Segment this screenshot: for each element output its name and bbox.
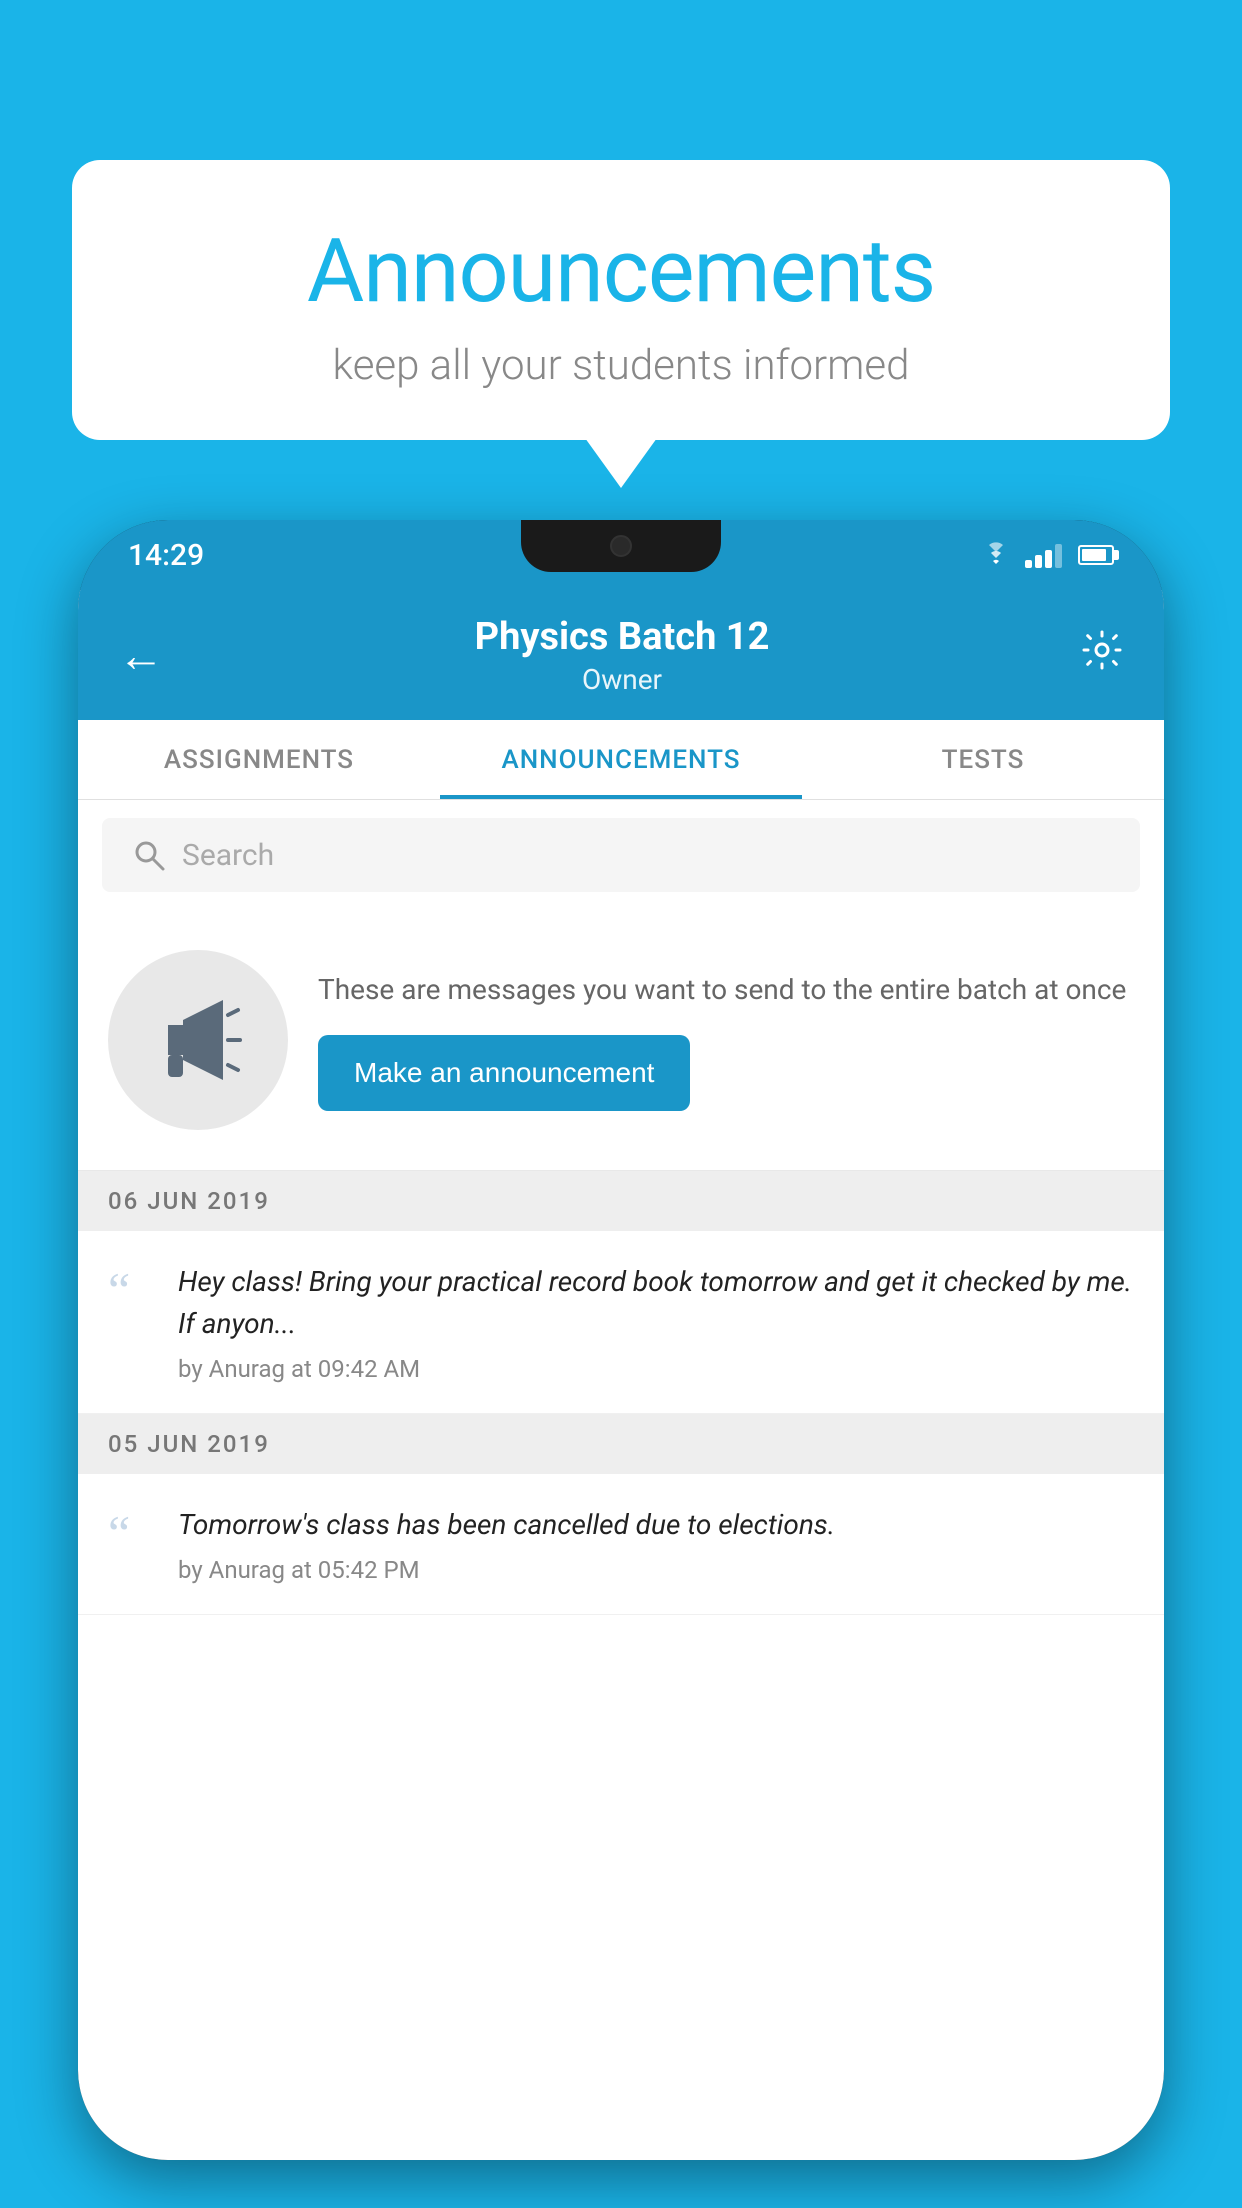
phone-notch	[521, 520, 721, 572]
speech-bubble-section: Announcements keep all your students inf…	[72, 160, 1170, 440]
quote-icon-2: “	[108, 1508, 158, 1558]
announcement-text-2: Tomorrow's class has been cancelled due …	[178, 1504, 1134, 1546]
signal-icon	[1025, 542, 1062, 568]
wifi-icon	[979, 542, 1013, 568]
bubble-subtitle: keep all your students informed	[152, 341, 1090, 390]
announcement-item-2[interactable]: “ Tomorrow's class has been cancelled du…	[78, 1474, 1164, 1615]
announcement-promo: These are messages you want to send to t…	[78, 910, 1164, 1171]
promo-icon-circle	[108, 950, 288, 1130]
speech-bubble: Announcements keep all your students inf…	[72, 160, 1170, 440]
app-bar: ← Physics Batch 12 Owner	[78, 590, 1164, 720]
search-container: Search	[78, 800, 1164, 910]
bubble-title: Announcements	[152, 220, 1090, 323]
status-time: 14:29	[128, 538, 204, 573]
tabs-bar: ASSIGNMENTS ANNOUNCEMENTS TESTS	[78, 720, 1164, 800]
announcement-item-1[interactable]: “ Hey class! Bring your practical record…	[78, 1231, 1164, 1414]
back-button[interactable]: ←	[108, 618, 174, 693]
promo-content: These are messages you want to send to t…	[288, 969, 1134, 1111]
quote-icon-1: “	[108, 1265, 158, 1315]
tab-tests[interactable]: TESTS	[802, 720, 1164, 799]
app-bar-subtitle: Owner	[174, 663, 1070, 696]
tab-assignments[interactable]: ASSIGNMENTS	[78, 720, 440, 799]
tab-announcements[interactable]: ANNOUNCEMENTS	[440, 720, 802, 799]
date-separator-1: 06 JUN 2019	[78, 1171, 1164, 1231]
phone-wrapper: 14:29	[78, 520, 1164, 2208]
promo-description: These are messages you want to send to t…	[318, 969, 1134, 1011]
app-bar-title-section: Physics Batch 12 Owner	[174, 615, 1070, 696]
settings-button[interactable]	[1070, 618, 1134, 693]
make-announcement-button[interactable]: Make an announcement	[318, 1035, 690, 1111]
announcement-content-1: Hey class! Bring your practical record b…	[178, 1261, 1134, 1383]
announcement-text-1: Hey class! Bring your practical record b…	[178, 1261, 1134, 1345]
search-placeholder: Search	[182, 838, 274, 873]
megaphone-icon	[148, 990, 248, 1090]
status-icons	[979, 542, 1114, 568]
announcement-meta-2: by Anurag at 05:42 PM	[178, 1556, 1134, 1584]
app-bar-title: Physics Batch 12	[174, 615, 1070, 659]
announcement-meta-1: by Anurag at 09:42 AM	[178, 1355, 1134, 1383]
screen: ← Physics Batch 12 Owner ASSIGNMENTS ANN…	[78, 590, 1164, 2160]
search-bar[interactable]: Search	[102, 818, 1140, 892]
date-separator-2: 05 JUN 2019	[78, 1414, 1164, 1474]
phone-frame: 14:29	[78, 520, 1164, 2160]
announcement-content-2: Tomorrow's class has been cancelled due …	[178, 1504, 1134, 1584]
front-camera	[610, 535, 632, 557]
search-icon	[132, 838, 166, 872]
battery-icon	[1078, 545, 1114, 565]
